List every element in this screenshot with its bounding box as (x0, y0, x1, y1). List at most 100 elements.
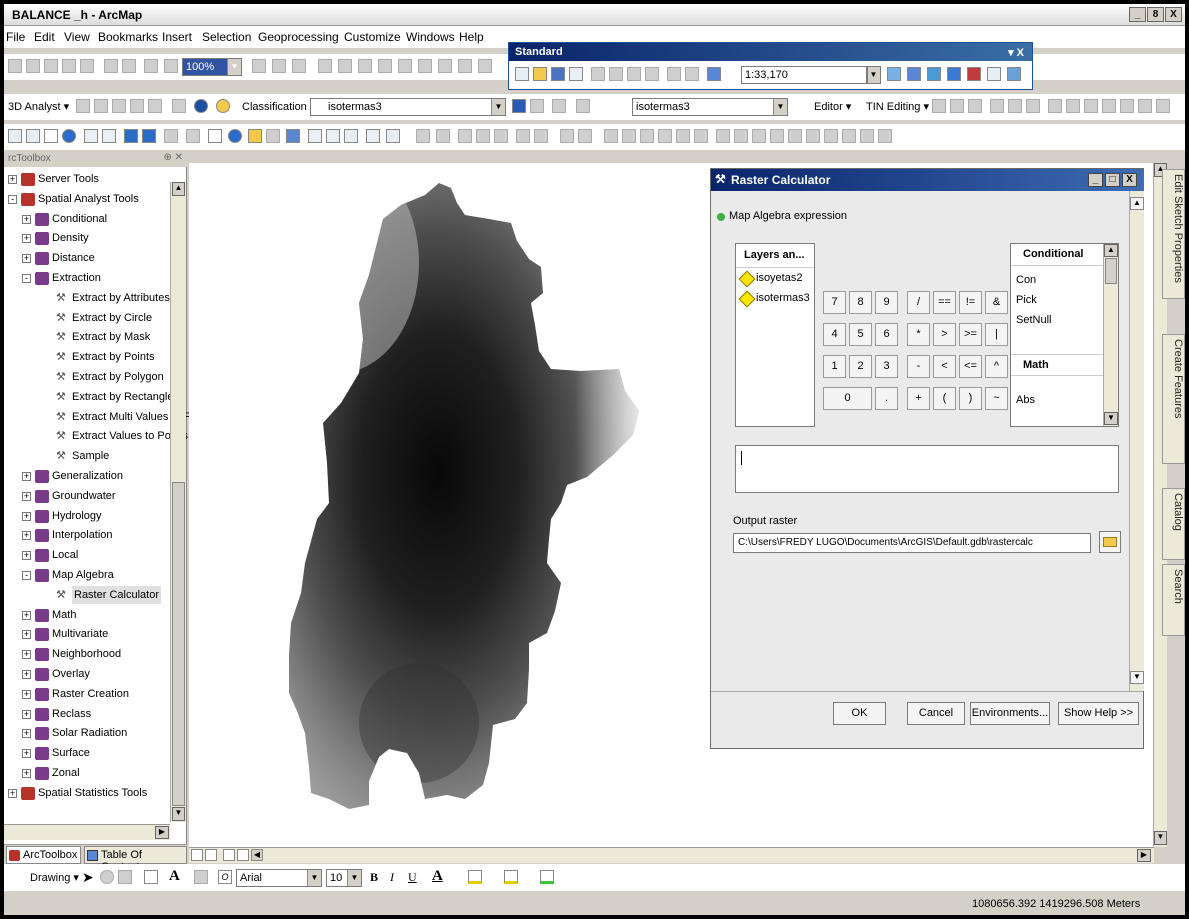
collapse-icon[interactable]: - (22, 571, 31, 580)
tin-tool-9-icon[interactable] (1084, 99, 1098, 113)
functions-list[interactable]: Conditional Con Pick SetNull Math Abs ▲ … (1010, 243, 1119, 427)
layer-item-isotermas3[interactable]: isotermas3 (736, 288, 814, 308)
key-button[interactable]: . (875, 387, 898, 410)
georef-tool-19-icon[interactable] (770, 129, 784, 143)
viewer-icon[interactable] (386, 129, 400, 143)
toolbox-item-extraction[interactable]: - Extraction (4, 269, 170, 287)
zoom-whole-page-icon[interactable] (80, 59, 94, 73)
georef-tool-17-icon[interactable] (734, 129, 748, 143)
clear-selection-icon[interactable] (186, 129, 200, 143)
scroll-up-icon[interactable]: ▲ (172, 182, 185, 196)
contour-icon[interactable] (76, 99, 90, 113)
menu-file[interactable]: File (6, 30, 25, 44)
expand-icon[interactable]: + (22, 551, 31, 561)
add-features-icon[interactable] (172, 99, 186, 113)
identify-icon[interactable] (228, 129, 242, 143)
cancel-button[interactable]: Cancel (907, 702, 965, 725)
key-button[interactable]: + (907, 387, 930, 410)
toolbox-item-zonal[interactable]: + Zonal (4, 764, 170, 782)
georef-tool-22-icon[interactable] (824, 129, 838, 143)
georef-tool-12-icon[interactable] (640, 129, 654, 143)
target-layer-combo[interactable]: isotermas3 ▼ (632, 98, 788, 116)
expand-icon[interactable]: + (22, 531, 31, 541)
toolbox-item-extract-by-rectangle[interactable]: ⚒ Extract by Rectangle (4, 388, 174, 406)
key-button[interactable]: * (907, 323, 930, 346)
toolbox-item-local[interactable]: + Local (4, 546, 170, 564)
georef-tool-4-icon[interactable] (476, 129, 490, 143)
expand-icon[interactable]: + (22, 472, 31, 481)
key-button[interactable]: 9 (875, 291, 898, 314)
expand-icon[interactable]: + (22, 709, 31, 719)
toggle-draft-icon[interactable] (252, 59, 266, 73)
menu-windows[interactable]: Windows (406, 30, 455, 44)
menu-bookmarks[interactable]: Bookmarks (98, 30, 158, 44)
key-button[interactable]: 6 (875, 323, 898, 346)
key-button[interactable]: / (907, 291, 930, 314)
toolbox-item-extract-by-circle[interactable]: ⚒ Extract by Circle (4, 309, 170, 327)
tin-editing-menu[interactable]: TIN Editing ▾ (866, 100, 929, 113)
menu-edit[interactable]: Edit (34, 30, 55, 44)
key-button[interactable]: 8 (849, 291, 872, 314)
key-button[interactable]: ^ (985, 355, 1008, 378)
toolbox-item-sample[interactable]: ⚒ Sample (4, 447, 170, 465)
georef-tool-5-icon[interactable] (494, 129, 508, 143)
data-view-icon[interactable] (205, 849, 217, 861)
profile-icon[interactable] (552, 99, 566, 113)
tab-table-of-contents[interactable]: Table Of Contents (84, 846, 187, 873)
key-button[interactable]: 0 (823, 387, 872, 410)
expand-icon[interactable]: + (22, 670, 31, 679)
layout-extent-icon[interactable] (164, 59, 178, 73)
toolbox-item-hydrology[interactable]: + Hydrology (4, 507, 170, 525)
interpolate-line-icon[interactable] (148, 99, 162, 113)
scroll-thumb[interactable] (172, 482, 185, 806)
topology-icon[interactable] (458, 59, 472, 73)
map-scale-combo[interactable]: 1:33,170 (741, 66, 867, 84)
key-button[interactable]: >= (959, 323, 982, 346)
tin-tool-8-icon[interactable] (1066, 99, 1080, 113)
edit-vertices-icon[interactable] (318, 59, 332, 73)
georef-tool-9-icon[interactable] (578, 129, 592, 143)
toolbox-item-extract-by-points[interactable]: ⚒ Extract by Points (4, 348, 170, 366)
ok-button[interactable]: OK (833, 702, 886, 725)
text-tool-icon[interactable]: A (169, 868, 180, 885)
sketch-properties-icon[interactable] (418, 59, 432, 73)
georef-tool-1-icon[interactable] (416, 129, 430, 143)
font-size-combo[interactable]: 10 ▼ (326, 869, 362, 887)
georef-tool-2-icon[interactable] (436, 129, 450, 143)
layout-zoom-icon[interactable] (62, 59, 76, 73)
menu-geoprocessing[interactable]: Geoprocessing (258, 30, 339, 44)
font-color-button[interactable]: A (432, 868, 443, 885)
fixed-zoom-in-icon[interactable] (8, 59, 22, 73)
tin-tool-11-icon[interactable] (1120, 99, 1134, 113)
toolbox-item-distance[interactable]: + Distance (4, 249, 170, 267)
dialog-maximize-button[interactable]: □ (1105, 173, 1120, 187)
time-slider-icon[interactable] (366, 129, 380, 143)
expand-icon[interactable]: + (22, 234, 31, 244)
toolbox-item-solar-radiation[interactable]: + Solar Radiation (4, 724, 170, 742)
toolbox-item-raster-calculator[interactable]: ⚒ Raster Calculator (4, 585, 170, 604)
select-elements-icon[interactable] (208, 129, 222, 143)
measure-icon[interactable] (286, 129, 300, 143)
scroll-right-icon[interactable]: ▶ (155, 826, 169, 839)
georef-tool-21-icon[interactable] (806, 129, 820, 143)
tin-tool-3-icon[interactable] (968, 99, 982, 113)
toolbox-item-groundwater[interactable]: + Groundwater (4, 487, 170, 505)
scroll-right-icon[interactable]: ▶ (1137, 849, 1151, 862)
tin-tool-4-icon[interactable] (990, 99, 1004, 113)
find-icon[interactable] (308, 129, 322, 143)
menu-help[interactable]: Help (459, 30, 484, 44)
go-to-xy-icon[interactable] (344, 129, 358, 143)
expand-icon[interactable]: + (22, 749, 31, 759)
menu-insert[interactable]: Insert (162, 30, 192, 44)
scroll-thumb[interactable] (1105, 258, 1117, 284)
key-button[interactable]: 1 (823, 355, 846, 378)
expand-icon[interactable]: + (22, 511, 31, 521)
toolbox-item-surface[interactable]: + Surface (4, 744, 170, 762)
toolbox-item-multivariate[interactable]: + Multivariate (4, 625, 170, 643)
scroll-down-icon[interactable]: ▼ (1104, 412, 1118, 425)
delete-icon[interactable] (645, 67, 659, 81)
tin-tool-12-icon[interactable] (1138, 99, 1152, 113)
minimize-button[interactable]: _ (1129, 7, 1146, 22)
create-features-icon[interactable] (438, 59, 452, 73)
scene-icon[interactable] (216, 99, 230, 113)
